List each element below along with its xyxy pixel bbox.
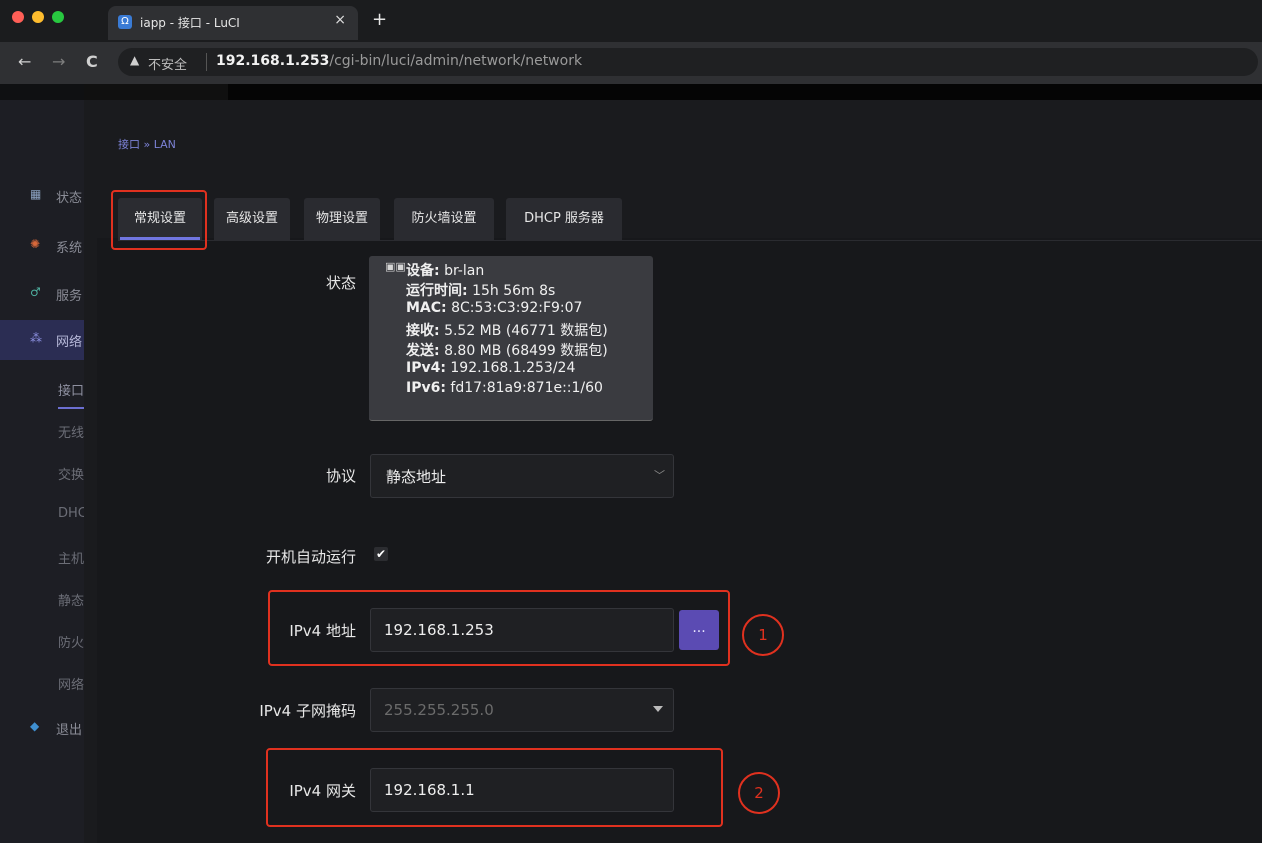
- sidebar-subitem-hostnames[interactable]: 主机名: [58, 548, 84, 567]
- tab-advanced[interactable]: 高级设置: [214, 198, 290, 240]
- protocol-label: 协议: [325, 467, 356, 485]
- warning-triangle-icon: ▲: [130, 53, 140, 67]
- url-path: /cgi-bin/luci/admin/network/network: [329, 53, 583, 69]
- network-device-icon: ▣▣: [385, 260, 406, 273]
- address-bar: ← → C ▲ 不安全 192.168.1.253/cgi-bin/luci/a…: [0, 42, 1262, 84]
- sidebar-item-services[interactable]: ♂ 服务: [0, 274, 84, 314]
- status-device: 设备: br-lan: [406, 263, 485, 279]
- tab-firewall[interactable]: 防火墙设置: [394, 198, 494, 240]
- chevron-down-icon: ﹀: [654, 469, 665, 482]
- protocol-select[interactable]: 静态地址 ﹀: [370, 454, 674, 498]
- tab-physical[interactable]: 物理设置: [304, 198, 380, 240]
- sidebar-subitem-wireless[interactable]: 无线: [58, 422, 84, 441]
- sidebar-subitem-routes[interactable]: 静态路由: [58, 590, 84, 609]
- sidebar-item-system[interactable]: ✺ 系统: [0, 226, 84, 266]
- sidebar-subitem-diagnostics[interactable]: 网络诊断: [58, 674, 84, 693]
- annotation-box-ipv4-address: [268, 590, 730, 666]
- luci-favicon-icon: Ω: [118, 15, 132, 29]
- services-icon: ♂: [30, 285, 41, 299]
- forward-arrow-icon[interactable]: →: [52, 52, 65, 71]
- netmask-value: 255.255.255.0: [384, 701, 494, 719]
- sidebar-subitem-interfaces[interactable]: 接口: [58, 380, 84, 399]
- status-label: 状态: [325, 274, 356, 292]
- status-ipv4: IPv4: 192.168.1.253/24: [406, 360, 576, 376]
- netmask-select[interactable]: 255.255.255.0: [370, 688, 674, 732]
- annotation-marker-2: 2: [738, 772, 780, 814]
- tab-bar: Ω iapp - 接口 - LuCI × +: [0, 0, 1262, 42]
- grid-icon: ▦: [30, 187, 42, 201]
- omnibox-divider: [206, 53, 207, 71]
- tab-close-icon[interactable]: ×: [334, 12, 346, 28]
- browser-chrome: Ω iapp - 接口 - LuCI × + ← → C ▲ 不安全 192.1…: [0, 0, 1262, 84]
- back-arrow-icon[interactable]: ←: [18, 52, 31, 71]
- status-rx: 接收: 5.52 MB (46771 数据包): [406, 323, 608, 339]
- minimize-window-button[interactable]: [32, 11, 44, 23]
- sidebar-item-label: 状态: [56, 191, 83, 206]
- sidebar-item-label: 网络: [56, 335, 83, 350]
- sidebar-subitem-switch[interactable]: 交换机: [58, 464, 84, 483]
- page-top-strip-dark: [228, 84, 1262, 100]
- tabs-divider: [118, 240, 1262, 241]
- sidebar-item-status[interactable]: ▦ 状态: [0, 176, 84, 216]
- tab-title: iapp - 接口 - LuCI: [140, 16, 240, 30]
- status-tx: 发送: 8.80 MB (68499 数据包): [406, 343, 608, 359]
- gear-icon: ✺: [30, 237, 41, 251]
- sidebar-item-network[interactable]: ⁂ 网络: [0, 320, 84, 360]
- annotation-marker-1: 1: [742, 614, 784, 656]
- autostart-checkbox[interactable]: ✔: [374, 547, 388, 561]
- autostart-label: 开机自动运行: [265, 548, 356, 566]
- sidebar-subitem-firewall[interactable]: 防火墙: [58, 632, 84, 651]
- protocol-value: 静态地址: [386, 468, 447, 486]
- sidebar-item-label: 退出: [56, 723, 83, 738]
- sidebar-item-label: 系统: [56, 241, 83, 256]
- zoom-window-button[interactable]: [52, 11, 64, 23]
- annotation-box-gateway: [266, 748, 723, 827]
- sidebar-subitem-dhcp[interactable]: DHCP/DNS: [58, 506, 84, 521]
- sidebar-item-label: 服务: [56, 289, 83, 304]
- status-mac: MAC: 8C:53:C3:92:F9:07: [406, 300, 583, 316]
- status-box: ▣▣ 设备: br-lan 运行时间: 15h 56m 8s MAC: 8C:5…: [369, 256, 653, 421]
- url-host: 192.168.1.253: [216, 53, 330, 69]
- network-icon: ⁂: [30, 331, 42, 345]
- logout-icon: ◆: [30, 719, 40, 733]
- sidebar-subitem-active-indicator: [58, 407, 84, 409]
- tab-dhcp-server[interactable]: DHCP 服务器: [506, 198, 622, 240]
- security-status[interactable]: 不安全: [148, 54, 187, 73]
- url-text[interactable]: 192.168.1.253/cgi-bin/luci/admin/network…: [216, 53, 582, 69]
- caret-down-icon: [653, 706, 663, 712]
- url-omnibox[interactable]: ▲ 不安全 192.168.1.253/cgi-bin/luci/admin/n…: [118, 48, 1258, 76]
- sidebar-item-logout[interactable]: ◆ 退出: [0, 708, 84, 748]
- status-uptime: 运行时间: 15h 56m 8s: [406, 283, 556, 299]
- browser-tab[interactable]: Ω iapp - 接口 - LuCI ×: [108, 6, 358, 40]
- status-ipv6: IPv6: fd17:81a9:871e::1/60: [406, 380, 603, 396]
- breadcrumb[interactable]: 接口 » LAN: [118, 136, 176, 152]
- annotation-box-general-tab: [111, 190, 207, 250]
- reload-icon[interactable]: C: [86, 52, 98, 71]
- new-tab-button[interactable]: +: [372, 9, 387, 30]
- close-window-button[interactable]: [12, 11, 24, 23]
- netmask-label: IPv4 子网掩码: [259, 702, 356, 720]
